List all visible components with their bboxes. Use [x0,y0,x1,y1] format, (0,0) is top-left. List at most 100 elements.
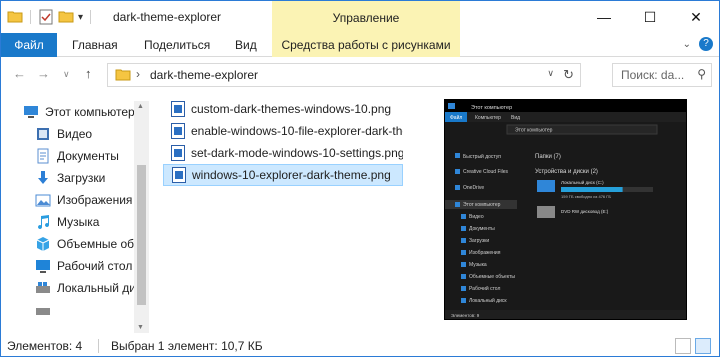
tab-share[interactable]: Поделиться [144,38,210,52]
preview-image: Этот компьютер Файл Компьютер Вид Этот к… [445,100,686,319]
address-bar[interactable]: › dark-theme-explorer ∨ ↻ [107,63,581,87]
sidebar-item-3d-objects[interactable]: Объемные объекты [35,233,149,255]
sidebar-item-desktop[interactable]: Рабочий стол [35,255,132,277]
preview-drive2-name: DVD RW дисковод (E:) [561,209,609,214]
maximize-button[interactable]: ☐ [627,1,673,33]
folder-icon[interactable] [7,9,23,25]
file-item-selected[interactable]: windows-10-explorer-dark-theme.png [163,164,403,186]
view-toggle [675,338,711,354]
sidebar-item-dvd[interactable] [35,299,57,321]
sidebar-item-label: Документы [57,149,119,163]
help-icon[interactable]: ? [699,37,713,51]
preview-title: Этот компьютер [471,105,512,111]
window-controls: — ☐ ✕ [581,1,719,33]
sidebar-item-music[interactable]: Музыка [35,211,99,233]
selection-info: Выбран 1 элемент: 10,7 КБ [111,339,263,353]
pictures-icon [35,194,51,207]
preview-tab-computer: Компьютер [475,115,501,121]
customize-toolbar-icon[interactable]: ▾ [78,12,83,23]
refresh-icon[interactable]: ↻ [563,67,574,83]
preview-nav-desktop: Рабочий стол [469,285,500,292]
scrollbar-thumb[interactable] [137,165,146,305]
preview-drives-header: Устройства и диски (2) [535,168,598,175]
sidebar-item-videos[interactable]: Видео [35,123,92,145]
tab-home[interactable]: Главная [72,38,118,52]
forward-arrow-icon[interactable]: → [37,66,50,81]
sidebar-item-local-disk[interactable]: Локальный диск [35,277,147,299]
back-arrow-icon[interactable]: ← [13,66,26,81]
recent-locations-icon[interactable]: ∨ [63,69,70,80]
desktop-icon [36,260,50,273]
search-box[interactable]: Поиск: da... ⚲ [612,63,712,87]
preview-pane: Этот компьютер Файл Компьютер Вид Этот к… [444,99,687,320]
file-item[interactable]: custom-dark-themes-windows-10.png [163,98,403,120]
folder-icon [115,69,131,81]
preview-nav-docs: Документы [469,226,495,232]
preview-nav-downloads: Загрузки [469,238,489,244]
large-icons-view-icon[interactable] [695,338,711,354]
breadcrumb[interactable]: dark-theme-explorer [150,68,258,82]
title-bar: ▾ dark-theme-explorer Управление — ☐ ✕ [1,1,719,33]
image-file-icon [171,101,185,117]
address-dropdown-icon[interactable]: ∨ [547,68,554,79]
3d-objects-icon [36,237,50,251]
minimize-button[interactable]: — [581,1,627,33]
tab-file[interactable]: Файл [1,33,57,57]
downloads-icon [38,171,48,184]
properties-icon[interactable] [38,9,54,25]
scroll-up-icon[interactable]: ▲ [137,103,144,110]
nav-pane-scrollbar[interactable]: ▲ ▼ [134,101,149,333]
window-title: dark-theme-explorer [113,10,222,24]
preview-status: Элементов: 9 [451,313,480,318]
preview-folders-header: Папки (7) [535,154,561,160]
search-input[interactable]: Поиск: da... [621,68,684,82]
documents-icon [37,148,49,164]
sidebar-item-documents[interactable]: Документы [35,145,119,167]
preview-nav-quick: Быстрый доступ [463,153,501,160]
search-icon[interactable]: ⚲ [697,67,706,81]
ribbon-tabs: Файл Главная Поделиться Вид Средства раб… [1,33,719,57]
file-item[interactable]: enable-windows-10-file-explorer-dark-the… [163,120,403,142]
close-button[interactable]: ✕ [673,1,719,33]
sidebar-item-downloads[interactable]: Загрузки [35,167,105,189]
preview-nav-disk: Локальный диск [469,297,507,304]
sidebar-item-label: Этот компьютер [45,105,135,119]
sidebar-item-pictures[interactable]: Изображения [35,189,132,211]
preview-drive1-free: 159 ГБ свободно из 476 ГБ [561,194,611,199]
toolbar-separator [30,10,31,24]
sidebar-item-label: Рабочий стол [57,259,133,273]
image-file-icon [171,123,185,139]
details-view-icon[interactable] [675,338,691,354]
file-name: custom-dark-themes-windows-10.png [191,102,392,116]
up-arrow-icon[interactable]: ↑ [85,66,92,81]
image-file-icon [171,145,185,161]
manage-context-tab[interactable]: Управление [272,1,460,33]
preview-drive1-usage-bar [561,187,623,192]
preview-tab-view: Вид [511,115,520,121]
preview-nav-music: Музыка [469,262,487,268]
item-count: Элементов: 4 [7,339,83,353]
breadcrumb-separator-icon: › [136,67,140,81]
status-separator [98,339,99,353]
sidebar-item-this-pc[interactable]: Этот компьютер [23,101,135,123]
scroll-down-icon[interactable]: ▼ [137,324,144,331]
manage-label: Управление [332,11,400,25]
explorer-window: ▾ dark-theme-explorer Управление — ☐ ✕ Ф… [0,0,720,357]
tab-picture-tools[interactable]: Средства работы с рисунками [272,33,460,57]
computer-icon [24,106,38,118]
dvd-drive-icon [36,308,50,315]
file-name: set-dark-mode-windows-10-settings.png [191,146,403,160]
new-folder-icon[interactable] [58,9,74,25]
quick-access-toolbar: ▾ [7,8,94,26]
preview-nav-onedrive: OneDrive [463,185,484,191]
tab-view[interactable]: Вид [235,38,257,52]
sidebar-item-label: Видео [57,127,93,141]
image-file-icon [172,167,186,183]
file-item[interactable]: set-dark-mode-windows-10-settings.png [163,142,403,164]
file-name: enable-windows-10-file-explorer-dark-the… [191,124,403,138]
preview-tab-file: Файл [450,114,462,121]
preview-nav-thispc: Этот компьютер [463,202,501,208]
expand-ribbon-icon[interactable]: ⌄ [683,39,691,50]
preview-nav-3d: Объемные объекты [469,274,515,280]
preview-nav-cc: Creative Cloud Files [463,169,509,175]
